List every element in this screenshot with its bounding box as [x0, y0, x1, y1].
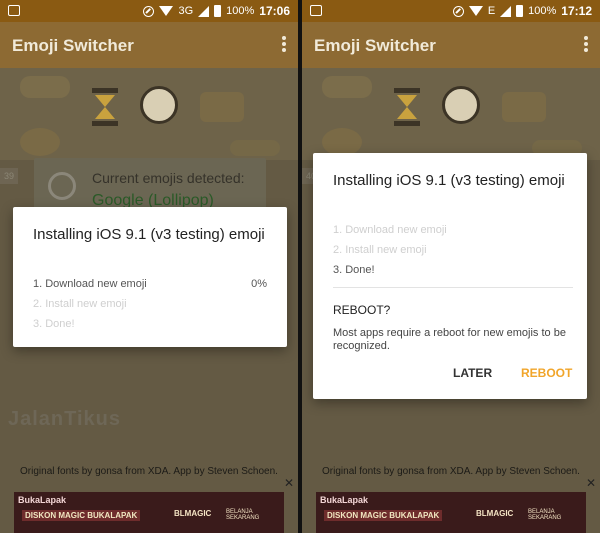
- install-dialog: Installing iOS 9.1 (v3 testing) emoji 1.…: [313, 153, 587, 399]
- ad-code: BLMAGIC: [476, 509, 514, 518]
- clock-time: 17:06: [259, 4, 290, 18]
- ad-banner[interactable]: BukaLapak DISKON MAGIC BUKALAPAK BLMAGIC…: [14, 492, 284, 533]
- overflow-menu-icon[interactable]: [584, 36, 588, 52]
- emoji-decoration: [200, 92, 244, 122]
- refresh-icon[interactable]: [48, 172, 76, 200]
- status-icons: E 100% 17:12: [452, 4, 592, 18]
- ad-slogan: DISKON MAGIC BUKALAPAK: [324, 510, 443, 521]
- hourglass-emoji-icon: [394, 88, 420, 126]
- ad-slogan: DISKON MAGIC BUKALAPAK: [22, 510, 141, 521]
- credits-footer: Original fonts by gonsa from XDA. App by…: [20, 466, 278, 477]
- left-screen: 3G 100% 17:06 Emoji Switcher 39 Current …: [0, 0, 298, 533]
- emoji-decoration: [322, 128, 362, 156]
- later-button[interactable]: LATER: [453, 366, 492, 380]
- emoji-decoration: [230, 140, 280, 156]
- network-type: E: [487, 5, 496, 17]
- ad-cta: BELANJA SEKARANG: [226, 509, 260, 521]
- reboot-message: Most apps require a reboot for new emoji…: [333, 327, 566, 352]
- ad-close-icon[interactable]: ✕: [586, 476, 596, 490]
- network-type: 3G: [178, 5, 194, 17]
- dialog-title: Installing iOS 9.1 (v3 testing) emoji: [33, 226, 265, 243]
- step-download: 1. Download new emoji: [333, 224, 447, 236]
- wifi-icon: [468, 6, 483, 16]
- battery-level: 100%: [528, 5, 557, 17]
- install-dialog: Installing iOS 9.1 (v3 testing) emoji 1.…: [13, 207, 287, 347]
- step-install: 2. Install new emoji: [333, 244, 427, 256]
- clock-emoji-icon: [442, 86, 480, 124]
- signal-icon: [500, 5, 512, 17]
- notification-icon: [8, 5, 20, 16]
- install-steps: 1. Download new emoji 2. Install new emo…: [333, 223, 567, 283]
- ad-close-icon[interactable]: ✕: [284, 476, 294, 490]
- download-progress: 0%: [251, 278, 267, 290]
- divider: [333, 287, 573, 288]
- overflow-menu-icon[interactable]: [282, 36, 286, 52]
- reboot-heading: REBOOT?: [333, 303, 391, 317]
- wifi-icon: [159, 6, 174, 16]
- current-emoji-label: Current emojis detected:: [92, 170, 245, 186]
- do-not-disturb-icon: [143, 5, 155, 17]
- emoji-decoration: [502, 92, 546, 122]
- app-bar: Emoji Switcher: [0, 22, 298, 68]
- battery-level: 100%: [226, 5, 255, 17]
- signal-icon: [198, 5, 210, 17]
- ad-brand: BukaLapak: [320, 495, 369, 505]
- clock-time: 17:12: [561, 4, 592, 18]
- emoji-decoration: [20, 76, 70, 98]
- reboot-button[interactable]: REBOOT: [521, 366, 572, 380]
- step-download: 1. Download new emoji 0%: [33, 277, 267, 292]
- clock-emoji-icon: [140, 86, 178, 124]
- status-bar: E 100% 17:12: [302, 0, 600, 22]
- battery-icon: [214, 5, 222, 17]
- ad-cta: BELANJA SEKARANG: [528, 509, 562, 521]
- step-label: 1. Download new emoji: [33, 278, 147, 290]
- notification-icon: [310, 5, 322, 16]
- install-steps: 1. Download new emoji 0% 2. Install new …: [33, 277, 267, 337]
- emoji-decoration: [322, 76, 372, 98]
- hourglass-emoji-icon: [92, 88, 118, 126]
- status-icons: 3G 100% 17:06: [143, 4, 290, 18]
- ad-code: BLMAGIC: [174, 509, 212, 518]
- credits-footer: Original fonts by gonsa from XDA. App by…: [322, 466, 580, 477]
- ad-banner[interactable]: BukaLapak DISKON MAGIC BUKALAPAK BLMAGIC…: [316, 492, 586, 533]
- app-bar: Emoji Switcher: [302, 22, 600, 68]
- app-title: Emoji Switcher: [314, 36, 436, 55]
- dialog-title: Installing iOS 9.1 (v3 testing) emoji: [333, 172, 565, 189]
- step-done: 3. Done!: [33, 318, 75, 330]
- step-done: 3. Done!: [333, 264, 375, 276]
- ad-brand: BukaLapak: [18, 495, 67, 505]
- emoji-decoration: [20, 128, 60, 156]
- status-bar: 3G 100% 17:06: [0, 0, 298, 22]
- edge-counter: 39: [0, 168, 18, 184]
- right-screen: E 100% 17:12 Emoji Switcher 40 Original …: [302, 0, 600, 533]
- battery-icon: [516, 5, 524, 17]
- step-install: 2. Install new emoji: [33, 298, 127, 310]
- watermark: JalanTikus: [8, 408, 122, 430]
- do-not-disturb-icon: [452, 5, 464, 17]
- app-title: Emoji Switcher: [12, 36, 134, 55]
